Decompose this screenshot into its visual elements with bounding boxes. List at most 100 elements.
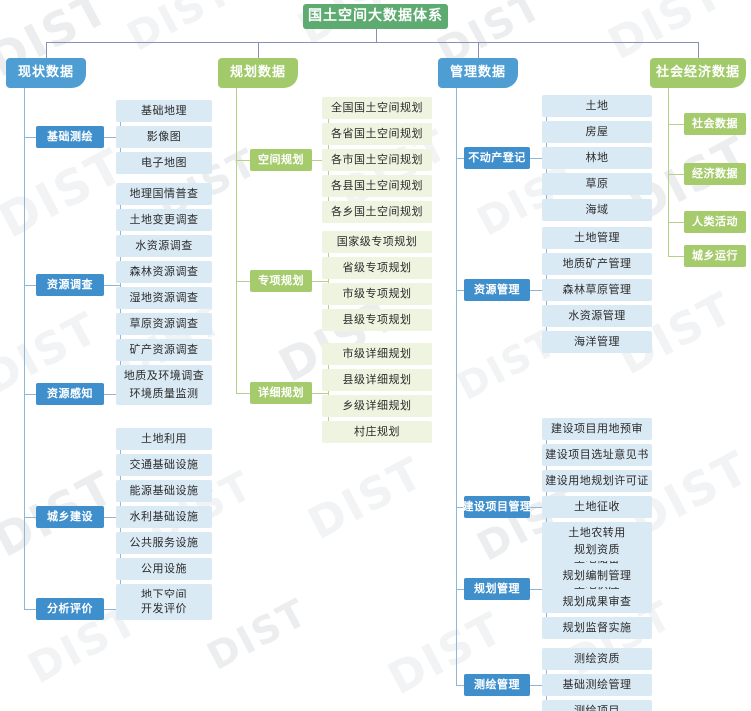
leaf-guihua-2-1[interactable]: 县级详细规划 — [322, 369, 432, 391]
leaf-xianzhuang-3-5[interactable]: 公用设施 — [116, 558, 212, 580]
connector-line — [668, 222, 684, 223]
leaf-xianzhuang-1-0[interactable]: 地理国情普查 — [116, 183, 212, 205]
watermark-text: DIST — [300, 447, 433, 551]
branch-title-guanli[interactable]: 管理数据 — [438, 58, 518, 88]
connector-line — [376, 29, 377, 42]
leaf-xianzhuang-3-2[interactable]: 能源基础设施 — [116, 480, 212, 502]
connector-line — [312, 281, 328, 282]
leaf-xianzhuang-1-6[interactable]: 矿产资源调查 — [116, 339, 212, 361]
leaf-guanli-2-2[interactable]: 建设用地规划许可证 — [542, 470, 652, 492]
connector-line — [236, 160, 250, 161]
connector-line — [668, 124, 684, 125]
leaf-guanli-1-2[interactable]: 森林草原管理 — [542, 279, 652, 301]
connector-line — [698, 42, 699, 58]
leaf-guihua-1-2[interactable]: 市级专项规划 — [322, 283, 432, 305]
group-xianzhuang-3[interactable]: 城乡建设 — [36, 506, 104, 528]
group-xianzhuang-4[interactable]: 分析评价 — [36, 598, 104, 620]
group-xianzhuang-1[interactable]: 资源调查 — [36, 274, 104, 296]
group-guanli-1[interactable]: 资源管理 — [464, 279, 530, 301]
leaf-guihua-0-4[interactable]: 各乡国土空间规划 — [322, 201, 432, 223]
leaf-guihua-1-0[interactable]: 国家级专项规划 — [322, 231, 432, 253]
leaf-xianzhuang-3-0[interactable]: 土地利用 — [116, 428, 212, 450]
leaf-guanli-3-2[interactable]: 规划成果审查 — [542, 591, 652, 613]
leaf-xianzhuang-0-2[interactable]: 电子地图 — [116, 152, 212, 174]
group-guihua-0[interactable]: 空间规划 — [250, 149, 312, 171]
connector-line — [236, 88, 237, 393]
leaf-xianzhuang-3-3[interactable]: 水利基础设施 — [116, 506, 212, 528]
leaf-guanli-4-0[interactable]: 测绘资质 — [542, 648, 652, 670]
connector-line — [312, 393, 328, 394]
leaf-guihua-2-2[interactable]: 乡级详细规划 — [322, 395, 432, 417]
leaf-guanli-3-1[interactable]: 规划编制管理 — [542, 565, 652, 587]
connector-line — [456, 158, 464, 159]
leaf-xianzhuang-1-2[interactable]: 水资源调查 — [116, 235, 212, 257]
leaf-xianzhuang-0-1[interactable]: 影像图 — [116, 126, 212, 148]
leaf-guanli-3-0[interactable]: 规划资质 — [542, 539, 652, 561]
connector-line — [46, 42, 47, 58]
leaf-xianzhuang-3-1[interactable]: 交通基础设施 — [116, 454, 212, 476]
leaf-guanli-2-3[interactable]: 土地征收 — [542, 496, 652, 518]
leaf-guanli-1-4[interactable]: 海洋管理 — [542, 331, 652, 353]
leaf-guanli-1-0[interactable]: 土地管理 — [542, 227, 652, 249]
connector-line — [478, 42, 479, 58]
branch-title-guihua[interactable]: 规划数据 — [218, 58, 298, 88]
branch-title-xianzhuang[interactable]: 现状数据 — [6, 58, 86, 88]
leaf-guihua-0-3[interactable]: 各县国土空间规划 — [322, 175, 432, 197]
leaf-guihua-0-0[interactable]: 全国国土空间规划 — [322, 97, 432, 119]
group-xianzhuang-2[interactable]: 资源感知 — [36, 383, 104, 405]
leaf-guanli-0-2[interactable]: 林地 — [542, 147, 652, 169]
leaf-xianzhuang-1-3[interactable]: 森林资源调查 — [116, 261, 212, 283]
group-xianzhuang-0[interactable]: 基础测绘 — [36, 126, 104, 148]
watermark-text: DIST — [200, 589, 316, 679]
leaf-xianzhuang-3-4[interactable]: 公共服务设施 — [116, 532, 212, 554]
leaf-guihua-2-0[interactable]: 市级详细规划 — [322, 343, 432, 365]
leaf-guanli-0-4[interactable]: 海域 — [542, 199, 652, 221]
leaf-guanli-4-1[interactable]: 基础测绘管理 — [542, 674, 652, 696]
connector-line — [24, 285, 36, 286]
leaf-xianzhuang-1-5[interactable]: 草原资源调查 — [116, 313, 212, 335]
connector-line — [104, 285, 120, 286]
group-guanli-2[interactable]: 建设项目管理 — [463, 496, 531, 518]
group-guihua-2[interactable]: 详细规划 — [250, 382, 312, 404]
leaf-guihua-1-1[interactable]: 省级专项规划 — [322, 257, 432, 279]
group-guihua-1[interactable]: 专项规划 — [250, 270, 312, 292]
leaf-xianzhuang-1-1[interactable]: 土地变更调查 — [116, 209, 212, 231]
leaf-guanli-0-0[interactable]: 土地 — [542, 95, 652, 117]
leaf-guanli-0-1[interactable]: 房屋 — [542, 121, 652, 143]
leaf-guanli-1-1[interactable]: 地质矿产管理 — [542, 253, 652, 275]
leaf-guihua-2-3[interactable]: 村庄规划 — [322, 421, 432, 443]
leaf-guanli-2-0[interactable]: 建设项目用地预审 — [542, 418, 652, 440]
leaf-guanli-2-1[interactable]: 建设项目选址意见书 — [542, 444, 652, 466]
group-guanli-0[interactable]: 不动产登记 — [464, 147, 530, 169]
group-shehui-3[interactable]: 城乡运行 — [684, 245, 746, 267]
connector-line — [668, 174, 684, 175]
leaf-xianzhuang-2-0[interactable]: 环境质量监测 — [116, 383, 212, 405]
leaf-guihua-1-3[interactable]: 县级专项规划 — [322, 309, 432, 331]
connector-line — [236, 393, 250, 394]
leaf-guihua-0-1[interactable]: 各省国土空间规划 — [322, 123, 432, 145]
connector-line — [24, 394, 36, 395]
connector-line — [24, 517, 36, 518]
group-shehui-1[interactable]: 经济数据 — [684, 163, 746, 185]
leaf-guanli-4-2[interactable]: 测绘项目 — [542, 700, 652, 711]
group-guanli-4[interactable]: 测绘管理 — [464, 674, 530, 696]
group-shehui-0[interactable]: 社会数据 — [684, 113, 746, 135]
leaf-guihua-0-2[interactable]: 各市国土空间规划 — [322, 149, 432, 171]
leaf-guanli-0-3[interactable]: 草原 — [542, 173, 652, 195]
leaf-xianzhuang-0-0[interactable]: 基础地理 — [116, 100, 212, 122]
root-node[interactable]: 国土空间大数据体系 — [303, 4, 448, 29]
group-guanli-3[interactable]: 规划管理 — [464, 578, 530, 600]
leaf-guanli-3-3[interactable]: 规划监督实施 — [542, 617, 652, 639]
connector-line — [456, 589, 464, 590]
connector-line — [236, 281, 250, 282]
connector-line — [24, 88, 25, 609]
leaf-xianzhuang-1-4[interactable]: 湿地资源调查 — [116, 287, 212, 309]
leaf-xianzhuang-4-0[interactable]: 开发评价 — [116, 598, 212, 620]
group-shehui-2[interactable]: 人类活动 — [684, 211, 746, 233]
connector-line — [456, 88, 457, 685]
diagram-canvas: DIST DIST DIST DIST DIST DIST DIST DIST DIST DIST… — [0, 0, 751, 711]
connector-line — [24, 137, 36, 138]
connector-line — [24, 609, 36, 610]
branch-title-shehui[interactable]: 社会经济数据 — [650, 58, 746, 88]
leaf-guanli-1-3[interactable]: 水资源管理 — [542, 305, 652, 327]
